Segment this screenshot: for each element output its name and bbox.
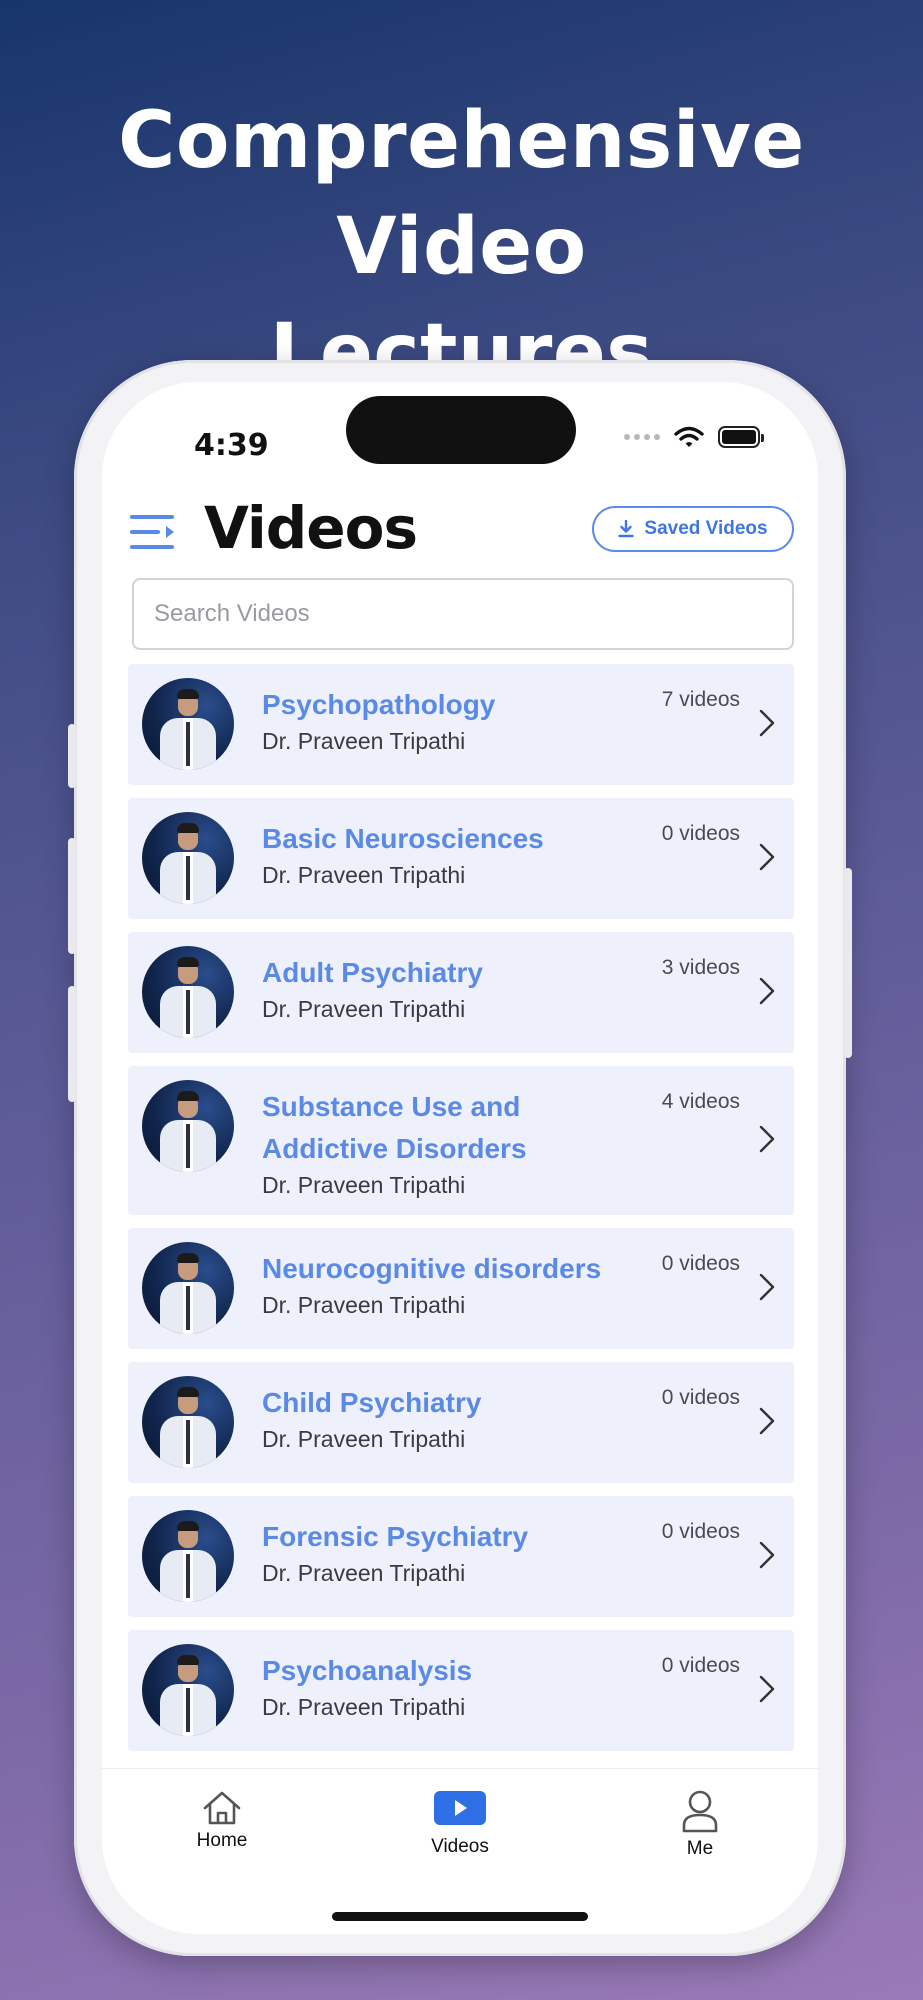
chevron-right-icon <box>759 1541 775 1569</box>
tab-videos[interactable]: Videos <box>400 1789 520 1858</box>
list-item[interactable]: Adult Psychiatry Dr. Praveen Tripathi 3 … <box>128 932 794 1053</box>
promo-headline: Comprehensive Video Lectures <box>0 88 923 406</box>
signal-dots-icon <box>624 434 660 440</box>
course-author: Dr. Praveen Tripathi <box>262 728 466 754</box>
course-list: Psychopathology Dr. Praveen Tripathi 7 v… <box>128 664 794 1764</box>
course-title: Psychopathology <box>262 689 496 720</box>
wifi-icon <box>674 426 704 447</box>
saved-videos-label: Saved Videos <box>644 518 768 539</box>
video-count: 3 videos <box>661 956 740 979</box>
course-title: Substance Use and Addictive Disorders <box>262 1091 527 1164</box>
tab-me[interactable]: Me <box>640 1789 760 1860</box>
video-count: 0 videos <box>661 1252 740 1275</box>
tab-home-label: Home <box>196 1830 248 1851</box>
list-item[interactable]: Psychopathology Dr. Praveen Tripathi 7 v… <box>128 664 794 785</box>
video-count: 7 videos <box>661 688 740 711</box>
course-title: Basic Neurosciences <box>262 823 544 854</box>
video-count: 4 videos <box>661 1090 740 1113</box>
status-icons <box>624 426 764 448</box>
search-input[interactable] <box>132 578 794 650</box>
chevron-right-icon <box>759 1125 775 1153</box>
course-author: Dr. Praveen Tripathi <box>262 1560 466 1586</box>
saved-videos-button[interactable]: Saved Videos <box>592 506 794 552</box>
chevron-right-icon <box>759 977 775 1005</box>
course-author: Dr. Praveen Tripathi <box>262 1426 466 1452</box>
course-title: Forensic Psychiatry <box>262 1521 529 1552</box>
list-item[interactable]: Basic Neurosciences Dr. Praveen Tripathi… <box>128 798 794 919</box>
avatar <box>142 1376 234 1468</box>
person-icon <box>682 1790 718 1833</box>
video-count: 0 videos <box>661 1386 740 1409</box>
status-time: 4:39 <box>194 428 269 463</box>
home-icon <box>203 1791 241 1825</box>
avatar <box>142 1510 234 1602</box>
avatar <box>142 1080 234 1172</box>
avatar <box>142 1644 234 1736</box>
list-item[interactable]: Child Psychiatry Dr. Praveen Tripathi 0 … <box>128 1362 794 1483</box>
tab-videos-label: Videos <box>431 1836 489 1857</box>
list-item[interactable]: Psychoanalysis Dr. Praveen Tripathi 0 vi… <box>128 1630 794 1751</box>
course-author: Dr. Praveen Tripathi <box>262 1694 466 1720</box>
chevron-right-icon <box>759 1407 775 1435</box>
phone-frame: 4:39 Videos Saved Videos Search Videos P… <box>68 360 852 1956</box>
video-count: 0 videos <box>661 822 740 845</box>
course-author: Dr. Praveen Tripathi <box>262 862 466 888</box>
tab-bar: Home Videos Me <box>102 1768 818 1934</box>
page-title: Videos <box>204 494 418 562</box>
home-indicator <box>332 1912 588 1921</box>
chevron-right-icon <box>759 709 775 737</box>
volume-up-button <box>68 838 76 954</box>
course-title: Neurocognitive disorders <box>262 1253 602 1284</box>
menu-icon[interactable] <box>130 512 176 552</box>
app-screen: 4:39 Videos Saved Videos Search Videos P… <box>102 382 818 1934</box>
video-count: 0 videos <box>661 1520 740 1543</box>
action-button <box>68 724 76 788</box>
avatar <box>142 946 234 1038</box>
course-author: Dr. Praveen Tripathi <box>262 1292 466 1318</box>
volume-down-button <box>68 986 76 1102</box>
chevron-right-icon <box>759 1675 775 1703</box>
avatar <box>142 678 234 770</box>
video-play-icon <box>434 1791 486 1825</box>
course-author: Dr. Praveen Tripathi <box>262 996 466 1022</box>
battery-icon <box>718 426 764 448</box>
page-header: Videos Saved Videos <box>102 492 818 572</box>
tab-me-label: Me <box>686 1838 714 1859</box>
course-title: Psychoanalysis <box>262 1655 473 1686</box>
chevron-right-icon <box>759 843 775 871</box>
headline-line-1: Comprehensive Video <box>118 96 805 292</box>
list-item[interactable]: Forensic Psychiatry Dr. Praveen Tripathi… <box>128 1496 794 1617</box>
chevron-right-icon <box>759 1273 775 1301</box>
list-item[interactable]: Neurocognitive disorders Dr. Praveen Tri… <box>128 1228 794 1349</box>
tab-home[interactable]: Home <box>162 1789 282 1852</box>
video-count: 0 videos <box>661 1654 740 1677</box>
dynamic-island <box>346 396 576 464</box>
course-author: Dr. Praveen Tripathi <box>262 1172 466 1198</box>
list-item[interactable]: Substance Use and Addictive Disorders Dr… <box>128 1066 794 1215</box>
download-icon <box>618 520 635 538</box>
power-button <box>844 868 852 1058</box>
avatar <box>142 812 234 904</box>
avatar <box>142 1242 234 1334</box>
course-title: Child Psychiatry <box>262 1387 482 1418</box>
course-title: Adult Psychiatry <box>262 957 483 988</box>
